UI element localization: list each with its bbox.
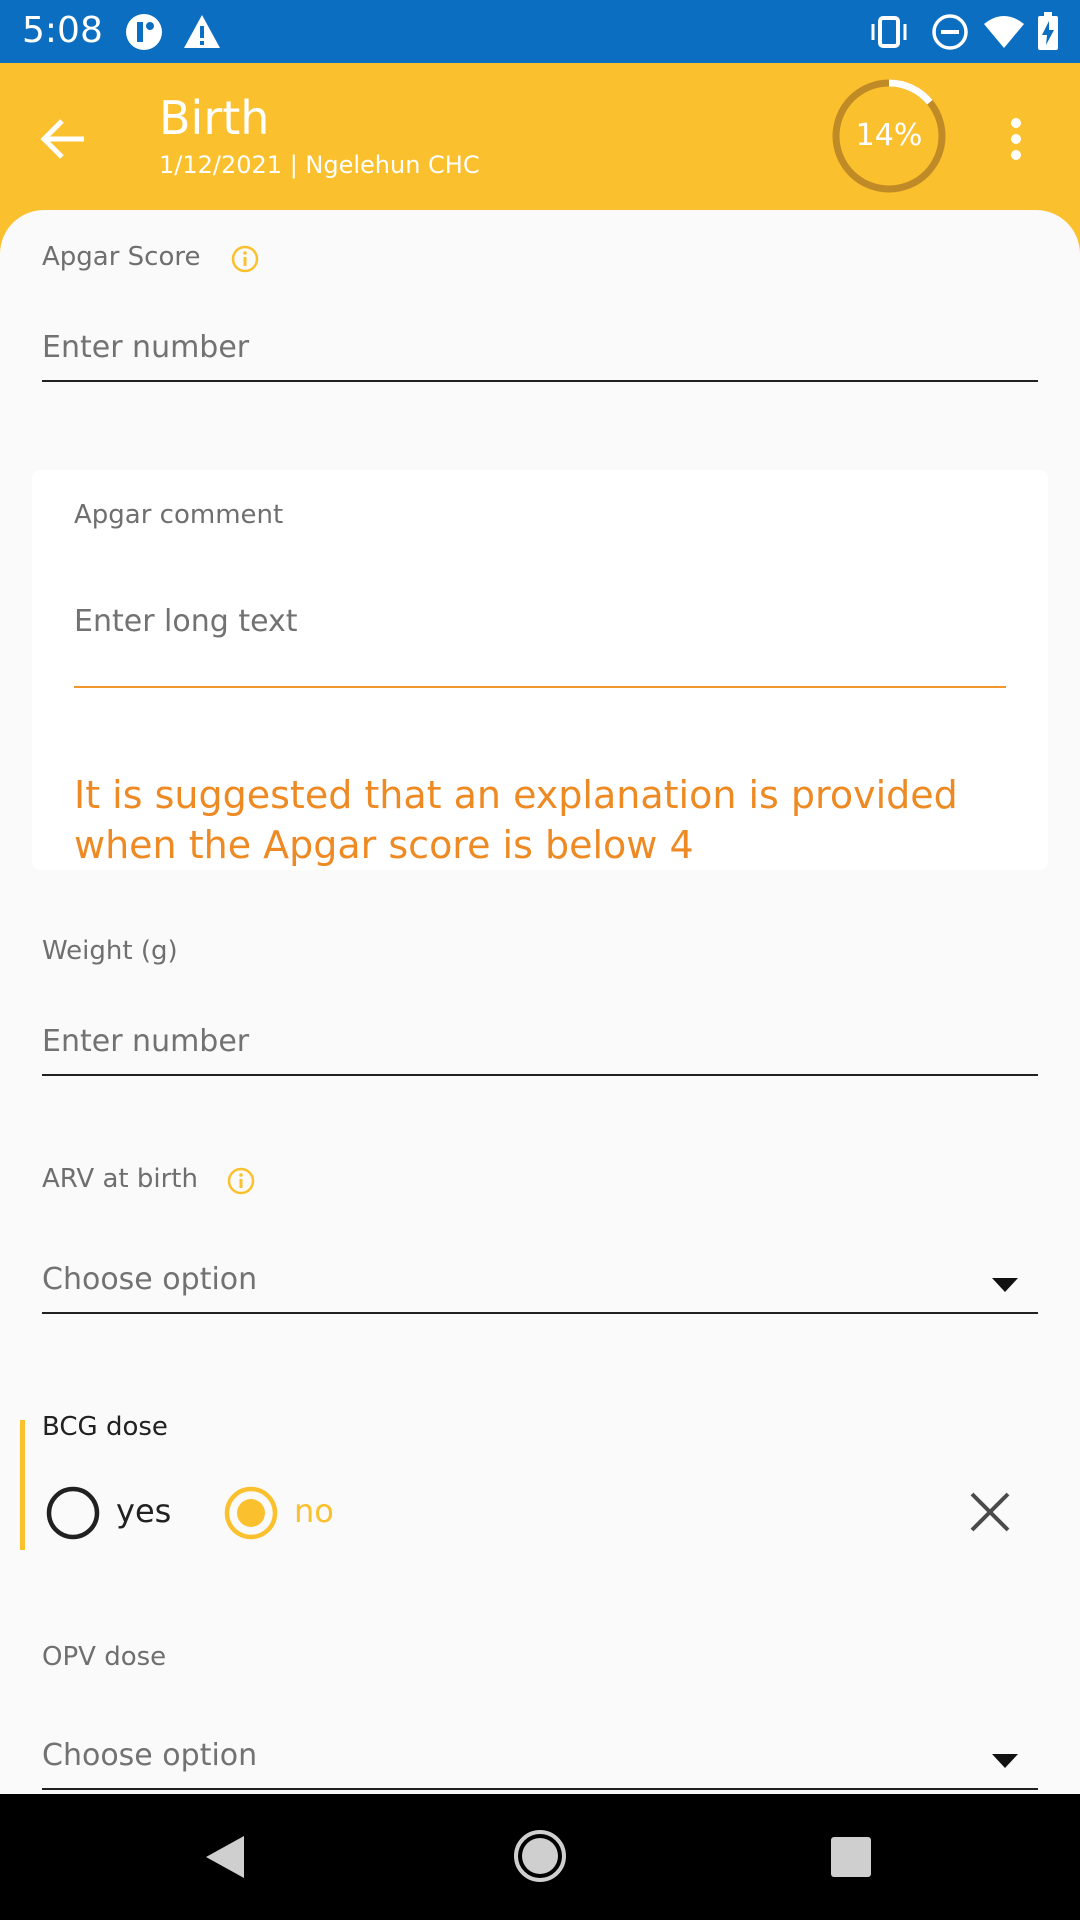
weight-input[interactable]: Enter number xyxy=(42,1018,1038,1076)
page-title: Birth xyxy=(159,91,270,145)
nav-recents-icon[interactable] xyxy=(830,1836,872,1878)
info-icon[interactable] xyxy=(230,244,260,274)
close-icon xyxy=(970,1492,1010,1532)
apgar-score-input[interactable]: Enter number xyxy=(42,324,1038,382)
apgar-score-label: Apgar Score xyxy=(42,242,201,272)
do-not-disturb-icon xyxy=(930,12,970,56)
arv-at-birth-label: ARV at birth xyxy=(42,1164,198,1194)
clear-selection-button[interactable] xyxy=(966,1488,1014,1536)
apgar-comment-input[interactable]: Enter long text xyxy=(74,600,1006,688)
nav-back-icon[interactable] xyxy=(204,1834,246,1880)
apgar-comment-card: Apgar comment Enter long text It is sugg… xyxy=(32,470,1048,870)
apgar-warning-message: It is suggested that an explanation is p… xyxy=(74,773,958,867)
arv-at-birth-placeholder: Choose option xyxy=(42,1262,258,1297)
warning-icon xyxy=(182,12,222,56)
dropdown-arrow-icon xyxy=(992,1278,1018,1292)
back-button[interactable] xyxy=(36,111,92,167)
opv-dose-label: OPV dose xyxy=(42,1642,167,1672)
info-icon[interactable] xyxy=(226,1166,256,1196)
radio-checked-icon xyxy=(224,1486,278,1540)
battery-charging-icon xyxy=(1036,12,1060,56)
apgar-comment-placeholder: Enter long text xyxy=(74,604,298,639)
apgar-score-placeholder: Enter number xyxy=(42,330,250,365)
dropdown-arrow-icon xyxy=(992,1754,1018,1768)
weight-label: Weight (g) xyxy=(42,936,178,966)
progress-label: 14% xyxy=(855,118,923,153)
navigation-bar xyxy=(0,1794,1080,1920)
nav-home-icon[interactable] xyxy=(512,1828,568,1884)
form-sheet: Apgar Score Enter number Apgar comment E… xyxy=(0,210,1080,1794)
bcg-option-yes-label: yes xyxy=(116,1492,172,1530)
arv-at-birth-select[interactable]: Choose option xyxy=(42,1256,1038,1314)
more-vert-icon xyxy=(1011,118,1021,160)
status-bar: 5:08 xyxy=(0,0,1080,63)
more-options-button[interactable] xyxy=(998,111,1034,167)
opv-dose-placeholder: Choose option xyxy=(42,1738,258,1773)
arrow-back-icon xyxy=(40,119,84,159)
opv-dose-select[interactable]: Choose option xyxy=(42,1732,1038,1790)
vibrate-icon xyxy=(868,12,910,56)
bcg-dose-label: BCG dose xyxy=(42,1412,168,1442)
weight-placeholder: Enter number xyxy=(42,1024,250,1059)
wifi-icon xyxy=(982,12,1026,56)
page-subtitle: 1/12/2021 | Ngelehun CHC xyxy=(159,151,480,179)
status-time: 5:08 xyxy=(22,10,103,51)
apgar-comment-label: Apgar comment xyxy=(74,500,284,530)
radio-unchecked-icon xyxy=(46,1486,100,1540)
bcg-option-no-label: no xyxy=(294,1492,334,1530)
bcg-dose-accent-bar xyxy=(20,1420,25,1550)
app-notification-icon xyxy=(124,12,164,56)
